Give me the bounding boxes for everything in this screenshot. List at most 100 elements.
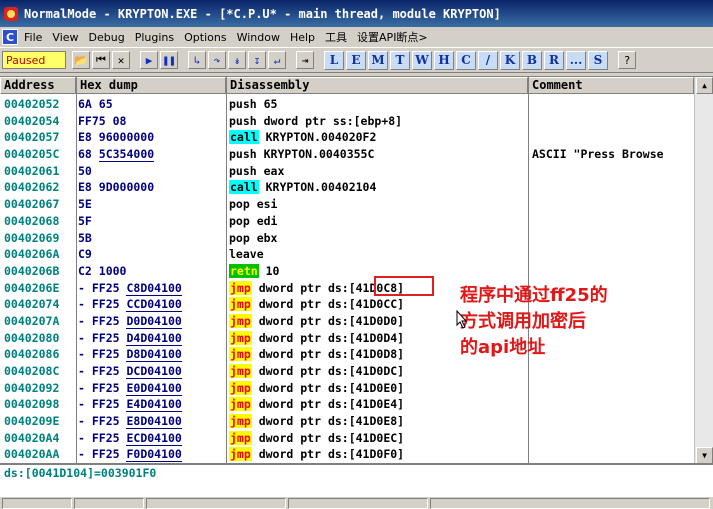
instruction-row[interactable]: 00402061 50 push eax [0, 163, 690, 180]
menu-plugins[interactable]: Plugins [135, 31, 174, 44]
instruction-row[interactable]: 00402068 5F pop edi [0, 213, 690, 230]
address-cell: 00402067 [4, 197, 60, 212]
restart-icon[interactable]: ⏮ [92, 51, 110, 69]
operand-text: dword ptr ds:[41D0CC] [251, 297, 405, 312]
execute-till-return-icon[interactable]: ↵ [268, 51, 286, 69]
menu-help[interactable]: Help [290, 31, 315, 44]
hex-cell: - FF25 F0D04100 [78, 447, 182, 463]
address-cell: 004020AA [4, 447, 60, 462]
instruction-row[interactable]: 00402054 FF75 08 push dword ptr ss:[ebp+8] [0, 113, 690, 130]
instruction-row[interactable]: 0040208C - FF25 DCD04100 jmp dword ptr ds:… [0, 363, 690, 380]
column-header-disassembly[interactable]: Disassembly [226, 77, 528, 94]
instruction-row[interactable]: 00402062 E8 9D000000 call KRYPTON.00402104 [0, 179, 690, 196]
instruction-row[interactable]: 00402069 5B pop ebx [0, 230, 690, 247]
pause-icon[interactable]: ❚❚ [160, 51, 178, 69]
address-cell: 00402069 [4, 230, 60, 245]
threads-window-button[interactable]: T [390, 50, 410, 70]
menu-tools[interactable]: 工具 [325, 29, 347, 45]
instruction-row[interactable]: 00402057 E8 96000000 call KRYPTON.004020F2 [0, 129, 690, 146]
patches-window-button[interactable]: / [478, 50, 498, 70]
address-cell: 00402052 [4, 97, 60, 111]
operand-text: pop esi [229, 197, 278, 212]
hex-cell: - FF25 D0D04100 [78, 313, 182, 329]
instruction-row[interactable]: 00402067 5E pop esi [0, 196, 690, 213]
memory-window-button[interactable]: M [368, 50, 388, 70]
vertical-scrollbar[interactable]: ▲ ▼ [694, 77, 713, 463]
disassembly-cell: jmp dword ptr ds:[41D0E4] [229, 396, 525, 413]
instruction-row[interactable]: 0040209E - FF25 E8D04100 jmp dword ptr ds:… [0, 413, 690, 430]
hex-cell: - FF25 CCD04100 [78, 297, 182, 313]
help-icon[interactable]: ? [618, 51, 636, 69]
annotation-line-1: 程序中通过ff25的 [460, 285, 608, 306]
instruction-row[interactable]: 0040205C 68 5C354000 push KRYPTON.0040355C… [0, 146, 690, 163]
close-icon[interactable]: ✕ [112, 51, 130, 69]
column-header-comment[interactable]: Comment [528, 77, 694, 94]
step-over-icon[interactable]: ↷ [208, 51, 226, 69]
column-header-hex[interactable]: Hex dump [76, 77, 226, 94]
menu-file[interactable]: File [24, 31, 42, 44]
operand-text: dword ptr ds:[41D0D8] [251, 347, 405, 362]
address-cell: 00402092 [4, 380, 60, 395]
opcode-keyword: jmp [229, 280, 252, 295]
references-window-button[interactable]: R [544, 50, 564, 70]
instruction-row[interactable]: 004020A4 - FF25 ECD04100 jmp dword ptr ds:… [0, 430, 690, 447]
cpu-disassembly-pane[interactable]: Address Hex dump Disassembly Comment 004… [0, 76, 713, 463]
menu-debug[interactable]: Debug [89, 31, 125, 44]
cpu-window-button[interactable]: C [456, 50, 476, 70]
step-into-icon[interactable]: ↳ [188, 51, 206, 69]
trace-over-icon[interactable]: ↧ [248, 51, 266, 69]
operand-text: leave [229, 247, 264, 262]
operand-text: push dword ptr ss:[ebp+8] [229, 113, 403, 128]
instruction-row[interactable]: 0040206B C2 1000 retn 10 [0, 263, 690, 280]
annotation-note: 程序中通过ff25的 方式调用加密后 的api地址 [460, 283, 660, 361]
open-icon[interactable]: 📂 [72, 51, 90, 69]
windows-window-button[interactable]: W [412, 50, 432, 70]
opcode-keyword: jmp [229, 447, 252, 462]
menu-window[interactable]: Window [237, 31, 280, 44]
opcode-keyword: jmp [229, 397, 252, 412]
source-window-button[interactable]: S [588, 50, 608, 70]
instruction-row[interactable]: 00402052 6A 65 push 65 [0, 96, 690, 113]
instruction-row[interactable]: 004020AA - FF25 F0D04100 jmp dword ptr ds:… [0, 446, 690, 463]
hex-cell: E8 96000000 [78, 130, 155, 145]
address-highlight-box [374, 276, 434, 296]
menu-view[interactable]: View [52, 31, 78, 44]
cpu-window-icon[interactable]: C [2, 29, 18, 45]
hex-cell: - FF25 E0D04100 [78, 380, 182, 396]
menu-set-api-breakpoint[interactable]: 设置API断点> [357, 29, 428, 45]
run-icon[interactable]: ▶ [140, 51, 158, 69]
log-window-button[interactable]: L [324, 50, 344, 70]
goto-icon[interactable]: ⇥ [296, 51, 314, 69]
breakpoints-window-button[interactable]: B [522, 50, 542, 70]
hex-cell: 50 [78, 163, 92, 178]
operand-text: dword ptr ds:[41D0F0] [251, 447, 405, 462]
opcode-keyword: jmp [229, 430, 252, 445]
text-cursor-icon [456, 310, 468, 329]
callstack-window-button[interactable]: K [500, 50, 520, 70]
trace-into-icon[interactable]: ↡ [228, 51, 246, 69]
modules-window-button[interactable]: E [346, 50, 366, 70]
operand-text: push KRYPTON.0040355C [229, 147, 375, 162]
disassembly-cell: pop esi [229, 196, 525, 213]
scroll-up-icon[interactable]: ▲ [696, 77, 713, 94]
address-cell: 0040206A [4, 247, 60, 262]
instruction-row[interactable]: 0040206A C9 leave [0, 246, 690, 263]
menu-options[interactable]: Options [184, 31, 226, 44]
instruction-row[interactable]: 00402092 - FF25 E0D04100 jmp dword ptr ds:… [0, 380, 690, 397]
toolbar: Paused 📂 ⏮ ✕ ▶ ❚❚ ↳ ↷ ↡ ↧ ↵ ⇥ L E M T W … [0, 47, 713, 73]
handles-window-button[interactable]: H [434, 50, 454, 70]
operand-text: push eax [229, 163, 285, 178]
scroll-down-icon[interactable]: ▼ [696, 447, 713, 463]
column-header-address[interactable]: Address [0, 77, 76, 94]
run-trace-window-button[interactable]: ... [566, 50, 586, 70]
hex-cell: - FF25 C8D04100 [78, 280, 182, 296]
address-cell: 00402074 [4, 297, 60, 312]
hex-cell: - FF25 D4D04100 [78, 330, 182, 346]
annotation-line-2: 方式调用加密后 [460, 311, 586, 332]
status-bar [0, 496, 713, 509]
instruction-row[interactable]: 00402098 - FF25 E4D04100 jmp dword ptr ds:… [0, 396, 690, 413]
status-label: Paused [2, 51, 66, 69]
address-cell: 00402080 [4, 330, 60, 345]
operand-text: dword ptr ds:[41D0D4] [251, 330, 405, 345]
opcode-keyword: call [229, 180, 259, 195]
